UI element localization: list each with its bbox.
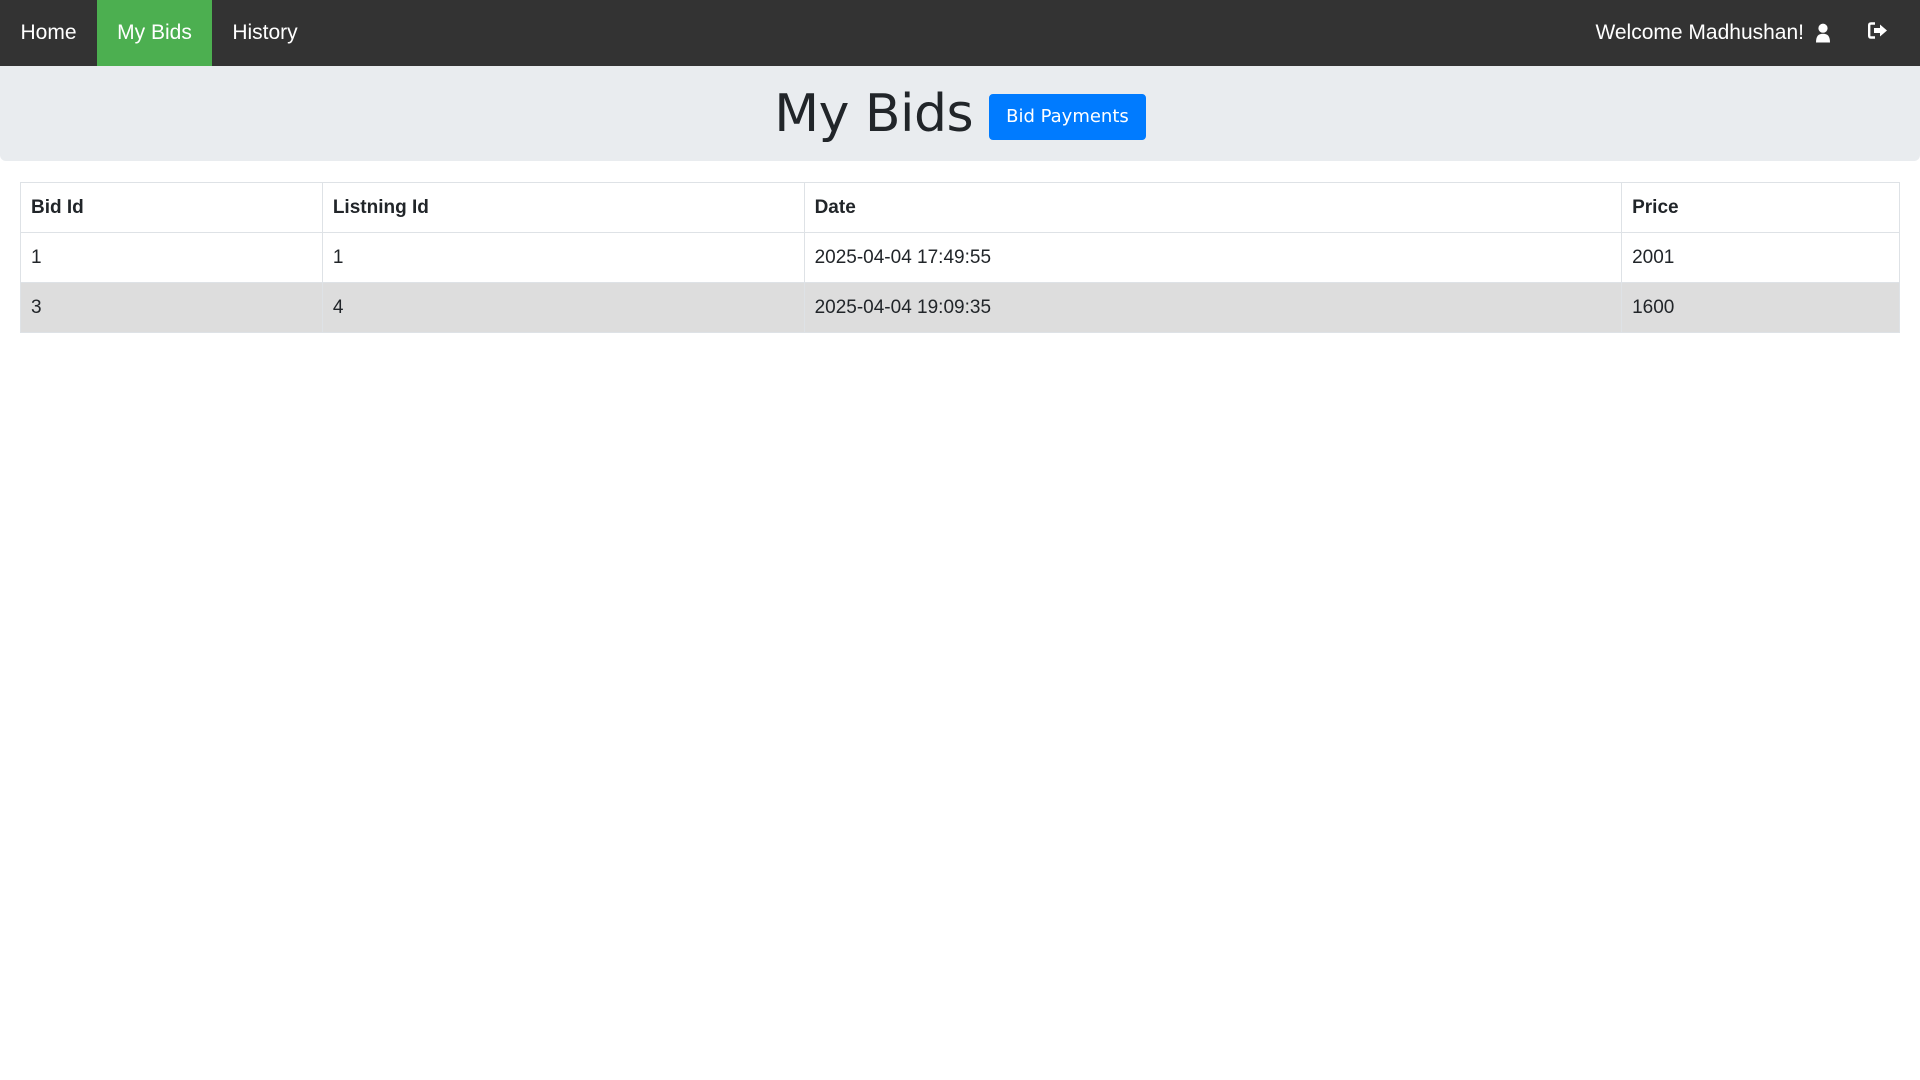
user-icon (1815, 23, 1831, 43)
welcome-user-link[interactable]: Welcome Madhushan! (1595, 0, 1831, 66)
cell-date: 2025-04-04 19:09:35 (803, 282, 1623, 333)
nav-history-link[interactable]: History (212, 0, 318, 66)
page-title: My Bids (774, 83, 974, 144)
table-row: 3 4 2025-04-04 19:09:35 1600 (20, 282, 1900, 333)
table-row: 1 1 2025-04-04 17:49:55 2001 (20, 232, 1900, 283)
cell-date: 2025-04-04 17:49:55 (803, 232, 1623, 283)
bid-payments-button[interactable]: Bid Payments (989, 93, 1146, 140)
column-header-date: Date (803, 182, 1623, 233)
cell-price: 1600 (1621, 282, 1900, 333)
table-header-row: Bid Id Listning Id Date Price (20, 182, 1900, 233)
column-header-price: Price (1621, 182, 1900, 233)
column-header-bid-id: Bid Id (20, 182, 323, 233)
welcome-text: Welcome Madhushan! (1595, 21, 1804, 44)
nav-my-bids-link[interactable]: My Bids (97, 0, 212, 66)
cell-bid-id: 1 (20, 232, 323, 283)
nav-home-link[interactable]: Home (0, 0, 97, 66)
column-header-listing-id: Listning Id (321, 182, 805, 233)
bids-table: Bid Id Listning Id Date Price 1 1 2025-0… (20, 182, 1900, 333)
top-navbar: Home My Bids History Welcome Madhushan! (0, 0, 1920, 66)
cell-bid-id: 3 (20, 282, 323, 333)
cell-listing-id: 1 (321, 232, 805, 283)
sign-out-icon (1868, 22, 1888, 44)
cell-listing-id: 4 (321, 282, 805, 333)
page-header: My Bids Bid Payments (0, 66, 1920, 161)
cell-price: 2001 (1621, 232, 1900, 283)
logout-button[interactable] (1856, 0, 1900, 66)
